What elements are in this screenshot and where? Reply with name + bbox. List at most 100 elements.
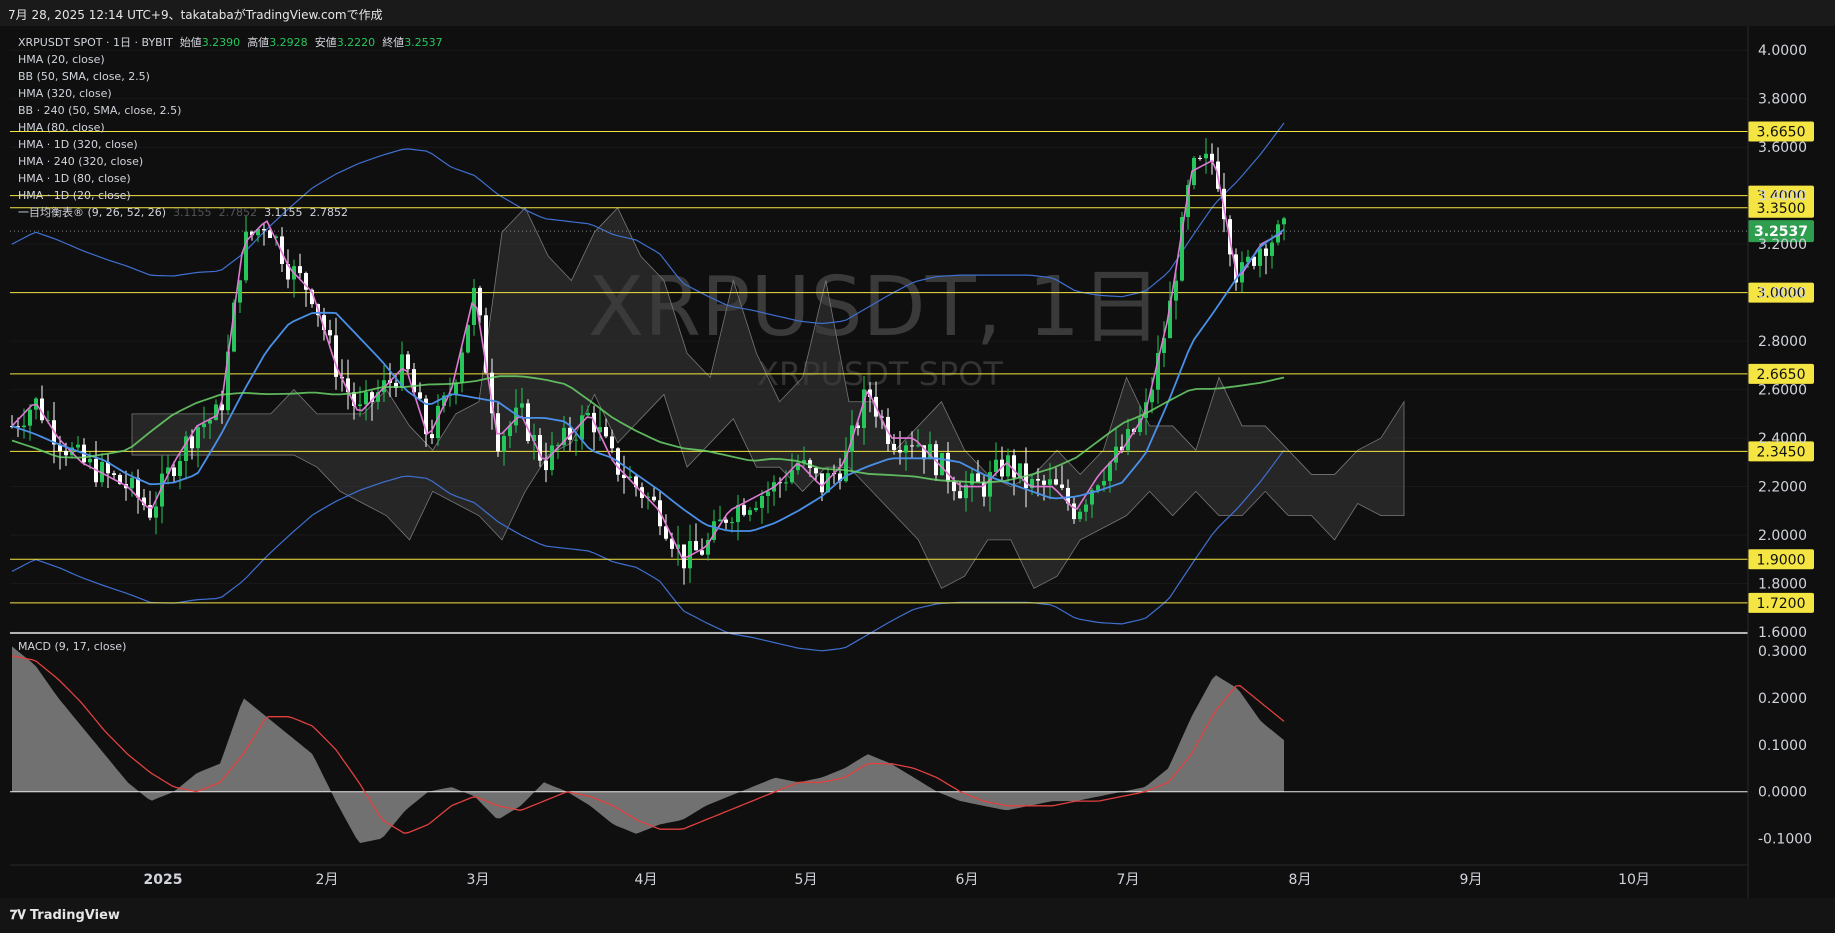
candle-body [682,544,686,569]
candle-body [1054,479,1058,485]
candle-body [520,403,524,408]
candle-body [784,482,788,484]
candle-body [88,458,92,463]
price-tick-label: 3.2000 [1758,237,1807,253]
candle-body [478,287,482,316]
indicator-row[interactable]: HMA · 1D (320, close) [18,136,443,153]
macd-tick-label: -0.1000 [1758,832,1812,848]
candle-body [358,404,362,407]
time-tick-label: 4月 [635,872,658,888]
candle-body [526,403,530,441]
macd-tick-label: 0.3000 [1758,644,1807,660]
close-value: 3.2537 [404,36,443,49]
price-tick-label: 3.0000 [1758,286,1807,302]
level-price-label: 2.6650 [1757,367,1806,383]
time-tick-label: 3月 [467,872,490,888]
macd-tick-label: 0.1000 [1758,738,1807,754]
candle-body [334,335,338,377]
price-tick-label: 2.8000 [1758,334,1807,350]
candle-body [328,330,332,336]
indicator-row[interactable]: HMA (320, close) [18,85,443,102]
candle-body [172,467,176,476]
candle-body [1270,242,1274,256]
candle-body [754,507,758,511]
low-value: 3.2220 [336,36,376,49]
candle-body [742,505,746,515]
tradingview-logo[interactable]: 𝟕𝐕 TradingView [10,908,120,923]
candle-body [580,415,584,440]
candle-body [196,427,200,449]
time-tick-label: 7月 [1117,872,1140,888]
candle-body [22,425,26,428]
candle-body [190,436,194,449]
candle-body [76,444,80,448]
candle-body [694,541,698,551]
candle-body [430,434,434,439]
candle-body [364,392,368,405]
candle-body [652,496,656,501]
candle-body [1072,503,1076,520]
price-tick-label: 3.4000 [1758,189,1807,205]
bottom-bar [0,898,1835,933]
indicator-row[interactable]: BB (50, SMA, close, 2.5) [18,68,443,85]
candle-body [574,439,578,441]
symbol-ohlc-row: XRPUSDT SPOT · 1日 · BYBIT 始値3.2390 高値3.2… [18,36,443,49]
indicator-row[interactable]: HMA (20, close) [18,51,443,68]
candle-body [724,519,728,523]
candle-body [958,491,962,499]
candle-body [154,506,158,518]
tradingview-logo-icon: 𝟕𝐕 [10,908,26,923]
candle-body [1084,504,1088,512]
candle-body [814,467,818,474]
candle-body [514,407,518,426]
candle-body [64,450,68,456]
candle-body [904,445,908,453]
candle-body [202,423,206,428]
symbol-label: XRPUSDT SPOT · 1日 · BYBIT [18,36,173,49]
time-tick-label: 2025 [144,872,183,888]
candle-body [1042,480,1046,485]
price-tick-label: 2.0000 [1758,528,1807,544]
ichimoku-row[interactable]: 一目均衡表® (9, 26, 52, 26) 3.1155 2.7852 3.1… [18,204,443,221]
candle-body [460,352,464,383]
time-tick-label: 2月 [316,872,339,888]
candle-body [946,452,950,482]
candle-body [820,473,824,493]
indicator-row[interactable]: HMA (80, close) [18,119,443,136]
candle-body [766,491,770,497]
candle-body [178,461,182,476]
time-tick-label: 9月 [1460,872,1483,888]
candle-body [136,477,140,498]
time-tick-label: 5月 [795,872,818,888]
price-tick-label: 3.6000 [1758,140,1807,156]
candle-body [1096,485,1100,491]
candle-body [790,470,794,483]
macd-title[interactable]: MACD (9, 17, close) [18,640,126,653]
level-price-label: 1.9000 [1757,552,1806,568]
candle-body [1198,157,1202,159]
level-price-label: 1.7200 [1757,596,1806,612]
candle-body [112,473,116,475]
macd-tick-label: 0.0000 [1758,785,1807,801]
price-tick-label: 2.4000 [1758,431,1807,447]
candle-body [544,460,548,471]
indicator-row[interactable]: HMA · 1D (20, close) [18,187,443,204]
candle-body [406,354,410,370]
candle-body [760,496,764,508]
candle-body [1282,218,1286,225]
candle-body [1102,480,1106,486]
indicator-row[interactable]: BB · 240 (50, SMA, close, 2.5) [18,102,443,119]
candle-body [1258,248,1262,266]
candle-body [130,477,134,489]
indicator-legend: XRPUSDT SPOT · 1日 · BYBIT 始値3.2390 高値3.2… [18,34,443,221]
candle-body [298,266,302,274]
candle-body [748,510,752,515]
candle-body [28,409,32,426]
indicator-row[interactable]: HMA · 240 (320, close) [18,153,443,170]
candle-body [1060,484,1064,488]
candle-body [940,452,944,476]
indicator-row[interactable]: HMA · 1D (80, close) [18,170,443,187]
candle-body [262,229,266,231]
candle-body [730,522,734,524]
time-tick-label: 8月 [1289,872,1312,888]
